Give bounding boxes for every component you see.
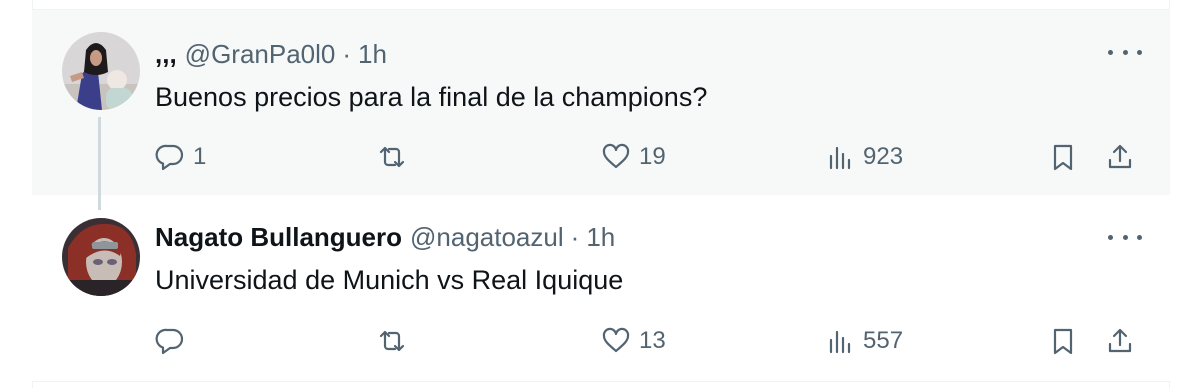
reply-count: 1	[193, 143, 207, 170]
like-button[interactable]: 19	[601, 137, 666, 177]
bookmark-icon	[1053, 144, 1073, 171]
action-bar: 1 19 923	[155, 137, 1145, 177]
timestamp[interactable]: 1h	[586, 221, 615, 253]
bookmark-button[interactable]	[1048, 321, 1078, 361]
tweet-text: Universidad de Munich vs Real Iquique	[155, 265, 624, 295]
retweet-icon	[379, 330, 405, 352]
like-count: 19	[639, 143, 666, 170]
views-icon	[829, 146, 851, 170]
views-button[interactable]: 923	[825, 137, 903, 177]
avatar[interactable]	[62, 218, 140, 296]
thread-connector	[98, 117, 101, 210]
tweet-header: Nagato Bullanguero @nagatoazul · 1h	[155, 221, 615, 253]
heart-icon	[602, 143, 630, 169]
views-icon	[829, 330, 851, 354]
reply-button[interactable]: 1	[155, 137, 206, 177]
more-icon[interactable]	[1108, 225, 1142, 249]
reply-button[interactable]	[155, 321, 193, 361]
share-icon	[1108, 144, 1132, 169]
more-icon[interactable]	[1108, 40, 1142, 64]
separator: ·	[570, 222, 580, 252]
share-button[interactable]	[1105, 137, 1135, 177]
user-handle[interactable]: @nagatoazul	[410, 221, 564, 253]
tweet[interactable]: Nagato Bullanguero @nagatoazul · 1h Univ…	[32, 195, 1170, 382]
tweet-header: ,,, @GranPa0l0 · 1h	[155, 38, 387, 70]
views-count: 557	[863, 327, 904, 354]
like-count: 13	[639, 327, 666, 354]
display-name[interactable]: Nagato Bullanguero	[155, 221, 402, 253]
reply-icon	[155, 328, 184, 355]
views-count: 923	[863, 143, 904, 170]
avatar[interactable]	[62, 32, 140, 110]
display-name[interactable]: ,,,	[155, 38, 177, 70]
user-handle[interactable]: @GranPa0l0	[185, 38, 336, 70]
retweet-icon	[379, 146, 405, 168]
bookmark-button[interactable]	[1048, 137, 1078, 177]
like-button[interactable]: 13	[601, 321, 666, 361]
views-button[interactable]: 557	[825, 321, 903, 361]
bookmark-icon	[1053, 328, 1073, 355]
separator: ·	[342, 39, 352, 69]
timestamp[interactable]: 1h	[358, 38, 387, 70]
share-button[interactable]	[1105, 321, 1135, 361]
action-bar: 13 557	[155, 321, 1145, 361]
reply-icon	[155, 144, 184, 171]
heart-icon	[602, 327, 630, 353]
tweet[interactable]: ,,, @GranPa0l0 · 1h Buenos precios para …	[32, 9, 1170, 195]
share-icon	[1108, 328, 1132, 353]
retweet-button[interactable]	[377, 137, 415, 177]
tweet-text: Buenos precios para la final de la champ…	[155, 82, 708, 112]
retweet-button[interactable]	[377, 321, 415, 361]
